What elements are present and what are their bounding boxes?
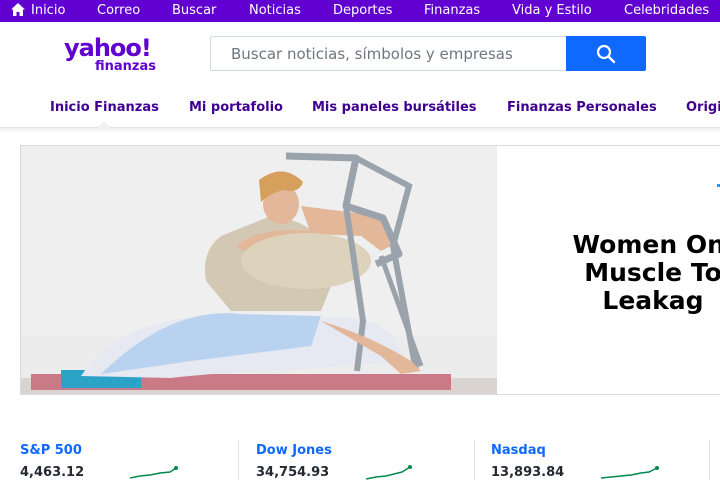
ticker-sparkline bbox=[366, 465, 412, 480]
ticker-divider bbox=[238, 440, 239, 480]
yahoo-finanzas-logo[interactable]: yahoo! finanzas bbox=[64, 34, 164, 78]
search-button[interactable] bbox=[566, 36, 646, 71]
nav-finanzas-personales[interactable]: Finanzas Personales bbox=[507, 100, 657, 115]
ad-headline-line: Leakag bbox=[602, 286, 704, 315]
finance-nav: Inicio Finanzas Mi portafolio Mis panele… bbox=[0, 100, 720, 122]
ad-headline-line: Women Onl bbox=[572, 230, 720, 259]
ticker-sparkline bbox=[601, 466, 659, 479]
top-nav-buscar[interactable]: Buscar bbox=[172, 3, 216, 18]
search-icon bbox=[596, 44, 616, 64]
home-icon bbox=[11, 3, 25, 16]
ticker-divider bbox=[474, 440, 475, 480]
nav-originales[interactable]: Origi bbox=[686, 100, 720, 115]
search-input[interactable] bbox=[211, 37, 566, 70]
ticker-dow-jones[interactable]: Dow Jones 34,754.93 bbox=[256, 440, 474, 480]
ticker-name[interactable]: Dow Jones bbox=[256, 443, 332, 458]
ticker-name[interactable]: S&P 500 bbox=[20, 443, 82, 458]
header: yahoo! finanzas Inicio Finanzas Mi porta… bbox=[0, 22, 720, 128]
ticker-sparkline bbox=[130, 466, 178, 479]
top-nav-finanzas[interactable]: Finanzas bbox=[424, 3, 480, 18]
ticker-nasdaq[interactable]: Nasdaq 13,893.84 bbox=[491, 440, 709, 480]
top-nav-correo[interactable]: Correo bbox=[97, 3, 140, 18]
top-nav-vida-y-estilo[interactable]: Vida y Estilo bbox=[512, 3, 592, 18]
active-nav-caret bbox=[97, 121, 111, 128]
ticker-divider bbox=[709, 440, 710, 480]
top-nav-deportes[interactable]: Deportes bbox=[333, 3, 392, 18]
ad-headline[interactable]: Women Onl Muscle To Leakag bbox=[553, 231, 720, 315]
ad-headline-line: Muscle To bbox=[584, 258, 720, 287]
nav-mis-paneles-bursatiles[interactable]: Mis paneles bursátiles bbox=[312, 100, 477, 115]
ticker-price: 13,893.84 bbox=[491, 465, 565, 480]
logo-brand: yahoo! bbox=[64, 34, 152, 62]
ticker-sp500[interactable]: S&P 500 4,463.12 bbox=[20, 440, 238, 480]
ticker-price: 34,754.93 bbox=[256, 465, 330, 480]
top-nav-celebridades[interactable]: Celebridades bbox=[624, 3, 709, 18]
ad-photo bbox=[21, 146, 497, 394]
top-nav-inicio[interactable]: Inicio bbox=[31, 3, 65, 18]
logo-product: finanzas bbox=[95, 59, 156, 74]
nav-mi-portafolio[interactable]: Mi portafolio bbox=[189, 100, 283, 115]
ticker-price: 4,463.12 bbox=[20, 465, 85, 480]
nav-inicio-finanzas[interactable]: Inicio Finanzas bbox=[50, 100, 159, 115]
search-box bbox=[210, 36, 566, 71]
ad-banner[interactable]: Women Onl Muscle To Leakag bbox=[20, 145, 720, 395]
ticker-name[interactable]: Nasdaq bbox=[491, 443, 546, 458]
top-nav-noticias[interactable]: Noticias bbox=[249, 3, 301, 18]
top-nav-bar: Inicio Correo Buscar Noticias Deportes F… bbox=[0, 0, 720, 22]
